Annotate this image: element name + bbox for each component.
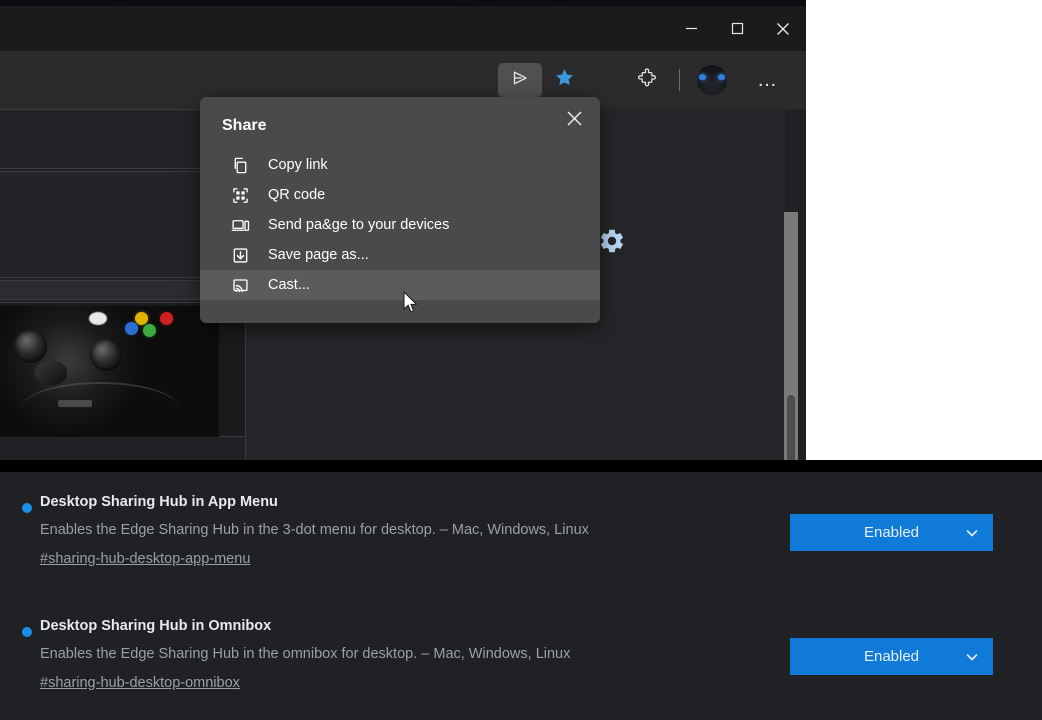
controller-port bbox=[58, 400, 92, 407]
chevron-down-icon bbox=[965, 650, 979, 664]
flags-page: Desktop Sharing Hub in App Menu Enables … bbox=[0, 472, 1042, 720]
settings-and-more-button[interactable]: … bbox=[746, 63, 790, 97]
menu-item-send-page-to-devices[interactable]: Send pa&ge to your devices bbox=[200, 210, 600, 240]
avatar-face bbox=[708, 78, 716, 92]
profile-button[interactable] bbox=[690, 63, 734, 97]
controller-right-stick bbox=[90, 339, 122, 371]
minimize-button[interactable] bbox=[668, 6, 714, 51]
flag-anchor-link[interactable]: #sharing-hub-desktop-app-menu bbox=[40, 551, 250, 567]
flag-status-dot bbox=[22, 503, 32, 513]
minimize-icon bbox=[685, 22, 698, 35]
flag-state-select[interactable]: Enabled bbox=[790, 638, 993, 675]
chevron-down-icon bbox=[965, 526, 979, 540]
flag-anchor-link[interactable]: #sharing-hub-desktop-omnibox bbox=[40, 675, 240, 691]
flag-title: Desktop Sharing Hub in App Menu bbox=[40, 494, 278, 510]
menu-item-copy-link[interactable]: Copy link bbox=[200, 150, 600, 180]
menu-item-label: QR code bbox=[268, 187, 326, 203]
qr-code-icon bbox=[228, 183, 252, 207]
page-scrollbar-thumb[interactable] bbox=[787, 395, 795, 460]
flag-state-label: Enabled bbox=[863, 524, 920, 541]
controller-button-y bbox=[135, 312, 148, 325]
gear-icon bbox=[598, 229, 626, 259]
controller-guide-button bbox=[89, 312, 107, 325]
close-icon bbox=[776, 22, 790, 36]
star-filled-icon bbox=[554, 67, 575, 93]
close-button[interactable] bbox=[760, 6, 806, 51]
menu-item-label: Copy link bbox=[268, 157, 328, 173]
avatar-eye-left bbox=[699, 74, 706, 80]
flag-description: Enables the Edge Sharing Hub in the omni… bbox=[40, 646, 571, 662]
screen-root: … Share Copy link QR code Send pa&ge to … bbox=[0, 0, 1042, 720]
menu-item-save-page-as[interactable]: Save page as... bbox=[200, 240, 600, 270]
menu-item-label: Save page as... bbox=[268, 247, 369, 263]
share-popup-close-button[interactable] bbox=[556, 105, 592, 137]
flag-status-dot bbox=[22, 627, 32, 637]
share-popup-title: Share bbox=[222, 117, 267, 134]
flag-state-label: Enabled bbox=[863, 648, 920, 665]
maximize-button[interactable] bbox=[714, 6, 760, 51]
menu-item-qr-code[interactable]: QR code bbox=[200, 180, 600, 210]
close-icon bbox=[566, 110, 583, 132]
controller-button-x bbox=[125, 322, 138, 335]
extensions-button[interactable] bbox=[625, 63, 669, 97]
send-device-icon bbox=[228, 213, 252, 237]
avatar-eye-right bbox=[718, 74, 725, 80]
maximize-icon bbox=[731, 22, 744, 35]
menu-item-label: Send pa&ge to your devices bbox=[268, 217, 450, 233]
share-popup: Share Copy link QR code Send pa&ge to yo… bbox=[200, 97, 600, 323]
menu-item-label: Cast... bbox=[268, 277, 310, 293]
toolbar-divider bbox=[679, 69, 680, 91]
share-menu-list: Copy link QR code Send pa&ge to your dev… bbox=[200, 150, 600, 300]
controller-left-stick bbox=[14, 330, 47, 363]
favorite-button[interactable] bbox=[542, 63, 586, 97]
copy-link-icon bbox=[228, 153, 252, 177]
share-paper-plane-icon bbox=[510, 68, 530, 93]
controller-body-edge bbox=[20, 382, 180, 437]
save-page-icon bbox=[228, 243, 252, 267]
settings-gear[interactable] bbox=[598, 227, 626, 260]
white-background-area bbox=[806, 0, 1042, 460]
xbox-controller-image bbox=[0, 306, 219, 437]
share-button[interactable] bbox=[498, 63, 542, 97]
browser-titlebar bbox=[0, 6, 806, 51]
controller-dpad bbox=[35, 360, 67, 385]
avatar bbox=[697, 65, 727, 95]
controller-button-a bbox=[143, 324, 156, 337]
more-horizontal-icon: … bbox=[757, 69, 779, 91]
puzzle-piece-icon bbox=[637, 67, 657, 93]
menu-item-cast[interactable]: Cast... bbox=[200, 270, 600, 300]
flag-state-select[interactable]: Enabled bbox=[790, 514, 993, 551]
flag-description: Enables the Edge Sharing Hub in the 3-do… bbox=[40, 522, 589, 538]
cast-icon bbox=[228, 273, 252, 297]
controller-button-b bbox=[160, 312, 173, 325]
window-controls bbox=[668, 6, 806, 51]
flag-title: Desktop Sharing Hub in Omnibox bbox=[40, 618, 272, 634]
